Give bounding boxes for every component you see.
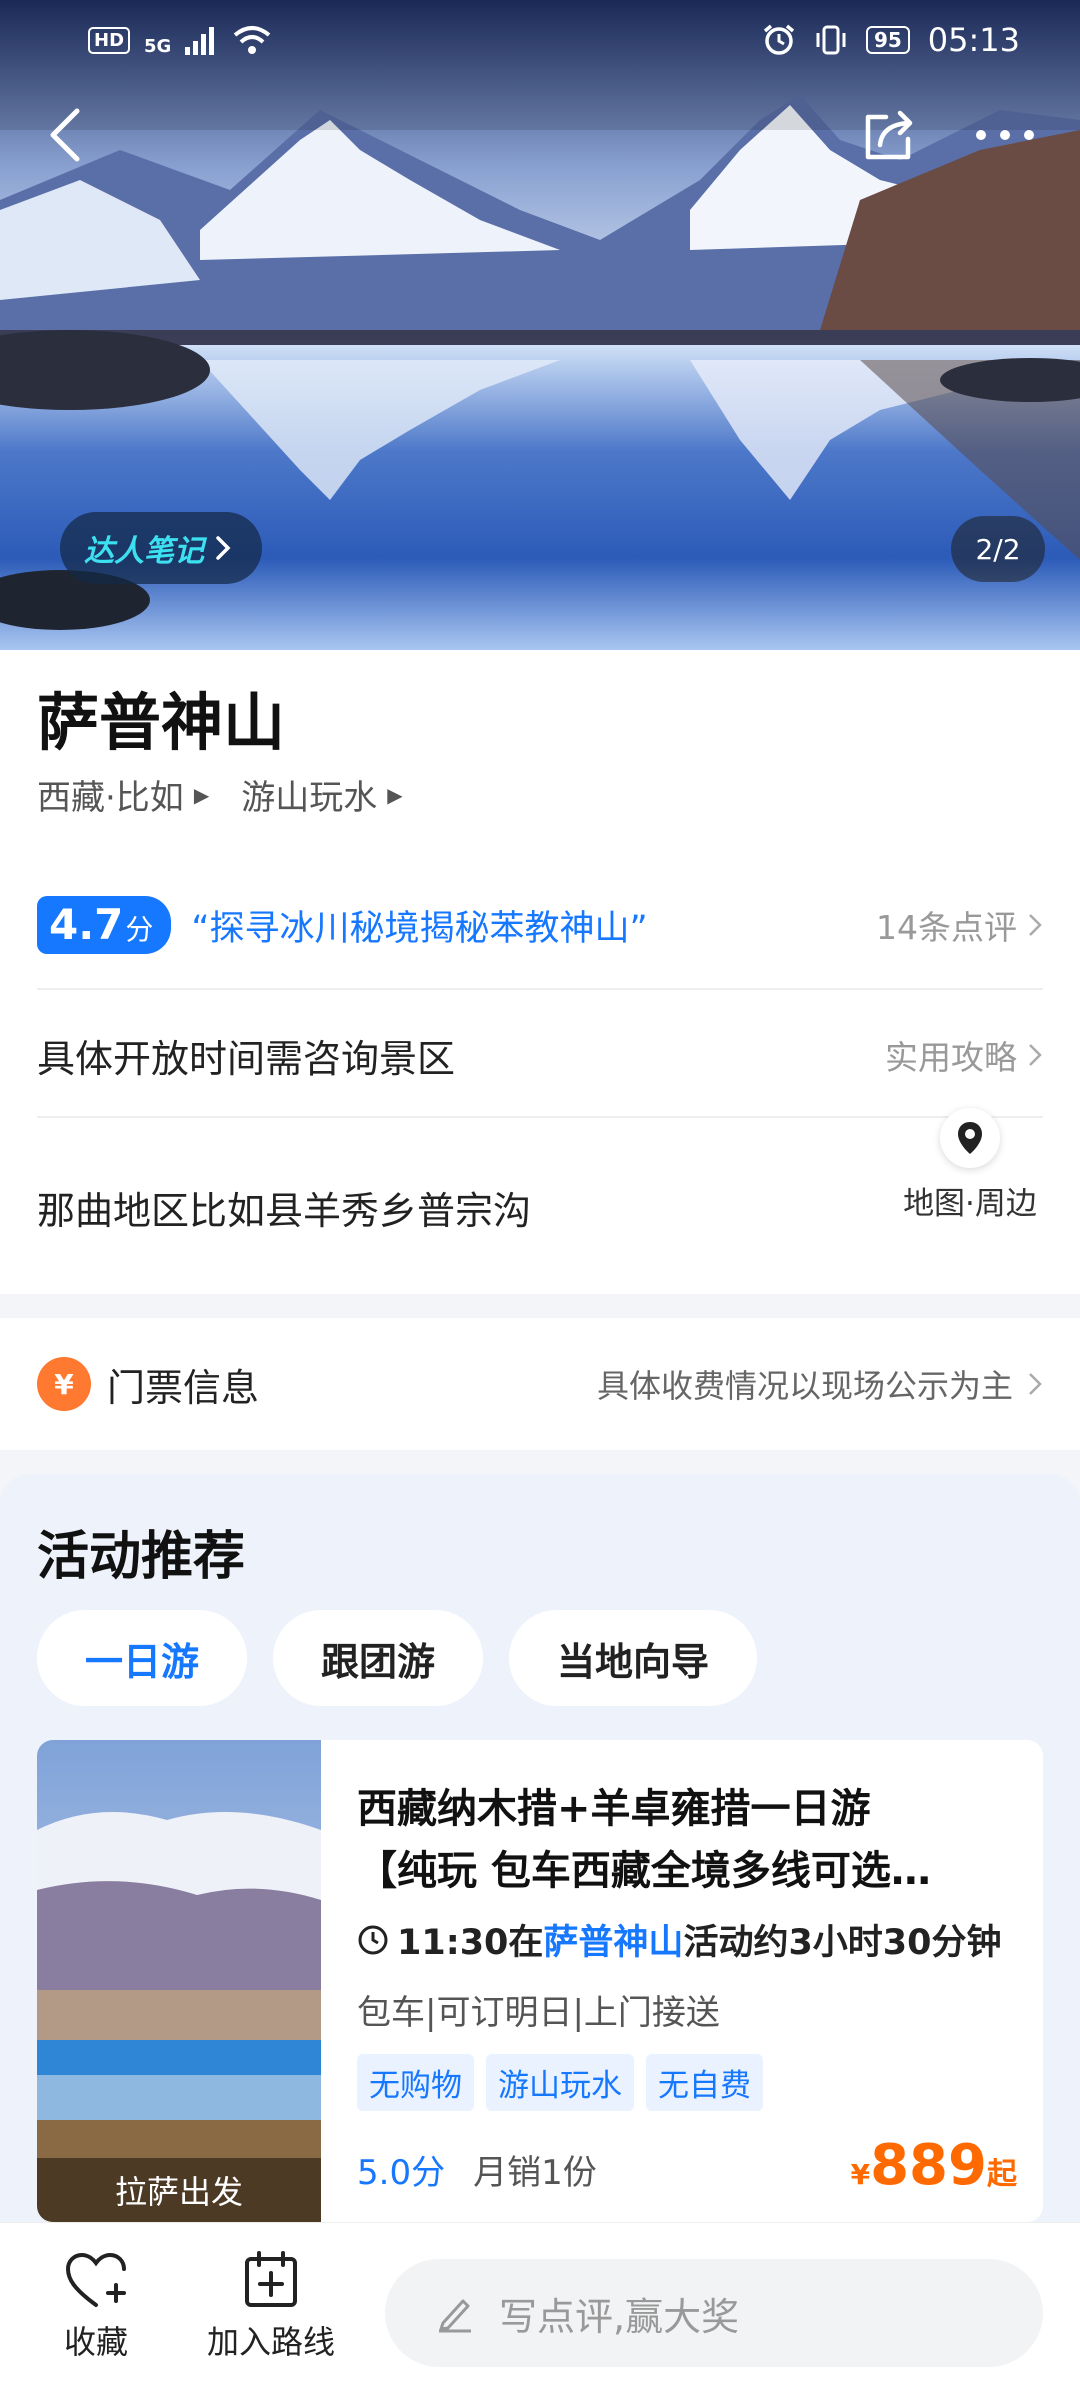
tag: 游山玩水 bbox=[486, 2054, 634, 2111]
network-label: 5G bbox=[144, 35, 172, 57]
time-suffix: 活动约3小时30分钟 bbox=[683, 1923, 1002, 1963]
add-route-label: 加入路线 bbox=[206, 2323, 335, 2361]
guide-link: 实用攻略 bbox=[885, 1038, 1017, 1077]
status-bar: HD 5G 95 05:13 bbox=[0, 0, 1080, 80]
chevron-right-icon bbox=[216, 536, 231, 560]
review-count: 14条点评 bbox=[876, 908, 1017, 947]
pencil-icon bbox=[439, 2299, 471, 2333]
divider bbox=[37, 988, 1043, 990]
activity-thumbnail: 拉萨出发 bbox=[37, 1740, 321, 2222]
time-prefix: 11:30在 bbox=[397, 1923, 544, 1963]
activity-tags: 无购物 游山玩水 无自费 bbox=[357, 2054, 1017, 2111]
price-suffix: 起 bbox=[987, 2157, 1017, 2192]
hd-badge: HD bbox=[88, 26, 131, 54]
vibrate-icon bbox=[816, 25, 846, 55]
calendar-plus-icon bbox=[245, 2251, 297, 2307]
heart-plus-icon bbox=[65, 2252, 126, 2307]
activity-title-line1: 西藏纳木措+羊卓雍措一日游 bbox=[357, 1786, 871, 1832]
back-button[interactable] bbox=[30, 100, 100, 170]
wifi-icon bbox=[234, 26, 271, 54]
expert-notes-label: 达人笔记 bbox=[84, 534, 204, 569]
activity-card[interactable]: 拉萨出发 西藏纳木措+羊卓雍措一日游 【纯玩 包车西藏全境多线可选… 11:30… bbox=[37, 1740, 1043, 2222]
ticket-info-row[interactable]: ¥ 门票信息 具体收费情况以现场公示为主 bbox=[0, 1318, 1080, 1450]
activity-footer: 5.0分 月销1份 ¥ 889 起 bbox=[357, 2133, 1017, 2198]
activity-sales: 月销1份 bbox=[473, 2153, 597, 2193]
price-amount: 889 bbox=[870, 2133, 987, 2198]
tag: 无自费 bbox=[646, 2054, 763, 2111]
activities-section: 活动推荐 一日游 跟团游 当地向导 拉萨出发 西藏纳木措+羊卓雍措一日游 【纯玩… bbox=[0, 1474, 1080, 2234]
expert-notes-button[interactable]: 达人笔记 bbox=[60, 512, 262, 584]
address-row[interactable]: 那曲地区比如县羊秀乡普宗沟 bbox=[37, 1172, 857, 1242]
opening-hours-row[interactable]: 具体开放时间需咨询景区 实用攻略 bbox=[37, 1020, 1043, 1090]
write-review-input[interactable]: 写点评,赢大奖 bbox=[385, 2259, 1043, 2367]
price-currency: ¥ bbox=[850, 2158, 871, 2191]
section-title: 活动推荐 bbox=[37, 1527, 246, 1587]
caret-right-icon: ▶ bbox=[193, 782, 210, 807]
breadcrumb-category[interactable]: 游山玩水 bbox=[241, 770, 377, 819]
activity-tabs: 一日游 跟团游 当地向导 bbox=[37, 1610, 758, 1706]
rating-row[interactable]: 4.7 分 “探寻冰川秘境揭秘苯教神山” 14条点评 bbox=[37, 890, 1043, 960]
ticket-label: 门票信息 bbox=[107, 1365, 260, 1410]
activity-time: 11:30在萨普神山活动约3小时30分钟 bbox=[357, 1914, 1017, 1965]
page-title: 萨普神山 bbox=[37, 686, 286, 759]
ticket-icon: ¥ bbox=[37, 1357, 91, 1411]
share-button[interactable] bbox=[855, 100, 925, 170]
address-text: 那曲地区比如县羊秀乡普宗沟 bbox=[37, 1188, 532, 1233]
opening-hours-text: 具体开放时间需咨询景区 bbox=[37, 1036, 456, 1081]
more-button[interactable] bbox=[970, 100, 1040, 170]
review-quote: “探寻冰川秘境揭秘苯教神山” bbox=[191, 908, 648, 949]
caret-right-icon: ▶ bbox=[387, 782, 403, 807]
comment-placeholder: 写点评,赢大奖 bbox=[499, 2294, 740, 2339]
activity-rating: 5.0分 bbox=[357, 2153, 446, 2193]
battery-indicator: 95 bbox=[865, 26, 910, 54]
rating-score: 4.7 bbox=[49, 900, 124, 949]
tag: 无购物 bbox=[357, 2054, 474, 2111]
map-label: 地图·周边 bbox=[903, 1186, 1037, 1222]
location-pin-icon bbox=[958, 1122, 982, 1154]
bottom-action-bar: 收藏 加入路线 写点评,赢大奖 bbox=[0, 2222, 1080, 2400]
alarm-icon bbox=[763, 24, 795, 55]
map-nearby-button[interactable]: 地图·周边 bbox=[880, 1108, 1060, 1278]
chevron-right-icon bbox=[1029, 1044, 1042, 1066]
back-arrow-icon bbox=[50, 108, 80, 162]
signal-icon bbox=[185, 27, 215, 55]
add-route-button[interactable]: 加入路线 bbox=[196, 2251, 346, 2363]
chevron-right-icon bbox=[1029, 1373, 1042, 1395]
time-place: 萨普神山 bbox=[543, 1923, 684, 1963]
clock-icon bbox=[358, 1925, 388, 1954]
breadcrumb: 西藏·比如 ▶ 游山玩水 ▶ bbox=[37, 770, 425, 819]
rating-badge: 4.7 分 bbox=[37, 896, 172, 954]
share-icon bbox=[865, 110, 913, 160]
activity-price: ¥ 889 起 bbox=[851, 2133, 1017, 2198]
tab-local-guide[interactable]: 当地向导 bbox=[509, 1610, 758, 1706]
more-dots-icon bbox=[976, 130, 1034, 140]
departure-label: 拉萨出发 bbox=[37, 2158, 321, 2222]
tab-one-day[interactable]: 一日游 bbox=[37, 1610, 248, 1706]
clock: 05:13 bbox=[927, 21, 1020, 59]
hero-image[interactable]: HD 5G 95 05:13 达人笔记 2/2 bbox=[0, 0, 1080, 650]
rating-unit: 分 bbox=[125, 913, 154, 946]
tab-group-tour[interactable]: 跟团游 bbox=[273, 1610, 484, 1706]
ticket-note: 具体收费情况以现场公示为主 bbox=[596, 1367, 1013, 1405]
lake-thumbnail-image bbox=[37, 1740, 321, 2222]
activity-meta: 包车|可订明日|上门接送 bbox=[357, 1993, 720, 2033]
favorite-button[interactable]: 收藏 bbox=[36, 2251, 156, 2363]
breadcrumb-location[interactable]: 西藏·比如 bbox=[37, 770, 184, 819]
chevron-right-icon bbox=[1029, 914, 1042, 936]
favorite-label: 收藏 bbox=[63, 2323, 128, 2361]
activity-title-line2: 【纯玩 包车西藏全境多线可选… bbox=[357, 1848, 931, 1894]
image-page-counter: 2/2 bbox=[951, 516, 1045, 582]
